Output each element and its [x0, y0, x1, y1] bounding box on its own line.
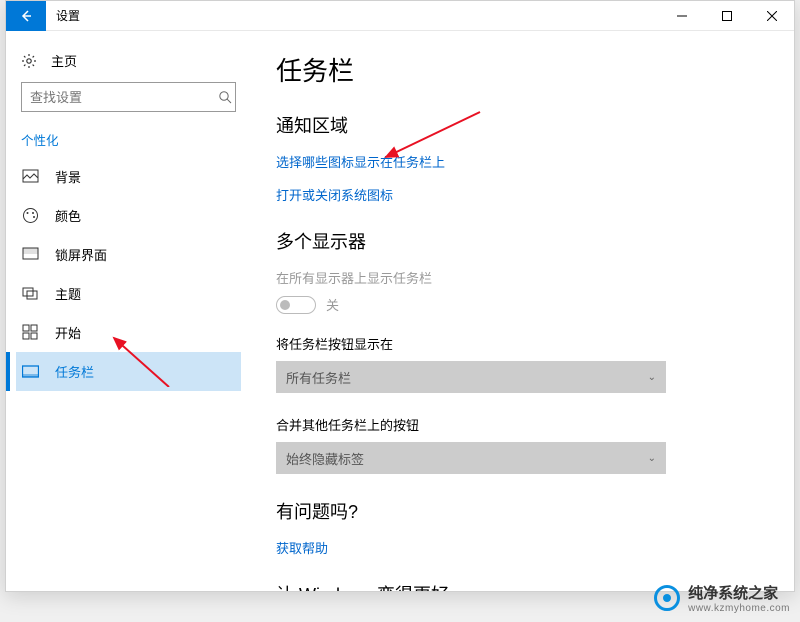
settings-window: 设置 主页	[5, 0, 795, 592]
dropdown-value: 所有任务栏	[286, 368, 351, 387]
window-title: 设置	[56, 7, 80, 24]
back-button[interactable]	[6, 1, 46, 31]
main-panel: 任务栏 通知区域 选择哪些图标显示在任务栏上 打开或关闭系统图标 多个显示器 在…	[251, 31, 794, 591]
toggle-knob	[280, 300, 290, 310]
lockscreen-icon	[21, 246, 39, 264]
sidebar-item-lockscreen[interactable]: 锁屏界面	[16, 235, 241, 274]
arrow-left-icon	[19, 9, 33, 23]
start-icon	[21, 324, 39, 342]
maximize-button[interactable]	[704, 1, 749, 31]
sidebar-item-label: 背景	[55, 167, 81, 186]
sidebar-item-background[interactable]: 背景	[16, 157, 241, 196]
sidebar-item-label: 主题	[55, 284, 81, 303]
search-box[interactable]	[21, 82, 236, 112]
link-get-help[interactable]: 获取帮助	[276, 538, 769, 557]
watermark-url: www.kzmyhome.com	[688, 603, 790, 614]
taskbar-icon	[21, 363, 39, 381]
taskbar-buttons-label: 将任务栏按钮显示在	[276, 334, 769, 353]
section-multiple-displays: 多个显示器	[276, 228, 769, 254]
dropdown-taskbar-buttons[interactable]: 所有任务栏 ⌄	[276, 361, 666, 393]
sidebar: 主页 个性化 背景 颜色	[6, 31, 251, 591]
category-label: 个性化	[16, 130, 241, 157]
chevron-down-icon: ⌄	[648, 453, 656, 464]
toggle-multi-display: 关	[276, 295, 769, 314]
chevron-down-icon: ⌄	[648, 372, 656, 383]
gear-icon	[21, 53, 37, 69]
home-nav[interactable]: 主页	[16, 46, 241, 82]
page-title: 任务栏	[276, 51, 769, 88]
link-system-icons[interactable]: 打开或关闭系统图标	[276, 185, 769, 204]
sidebar-item-start[interactable]: 开始	[16, 313, 241, 352]
watermark-name: 纯净系统之家	[688, 585, 778, 602]
section-help: 有问题吗?	[276, 498, 769, 524]
sidebar-item-label: 颜色	[55, 206, 81, 225]
palette-icon	[21, 207, 39, 225]
window-controls	[659, 1, 794, 31]
search-input[interactable]	[22, 90, 214, 105]
home-label: 主页	[51, 51, 77, 70]
dropdown-value: 始终隐藏标签	[286, 449, 364, 468]
toggle-state-label: 关	[326, 295, 339, 314]
combine-buttons-label: 合并其他任务栏上的按钮	[276, 415, 769, 434]
toggle-switch[interactable]	[276, 296, 316, 314]
close-button[interactable]	[749, 1, 794, 31]
search-icon	[214, 90, 235, 104]
link-select-taskbar-icons[interactable]: 选择哪些图标显示在任务栏上	[276, 152, 769, 171]
minimize-button[interactable]	[659, 1, 704, 31]
sidebar-item-label: 任务栏	[55, 362, 94, 381]
multi-display-desc: 在所有显示器上显示任务栏	[276, 268, 769, 287]
dropdown-combine-buttons[interactable]: 始终隐藏标签 ⌄	[276, 442, 666, 474]
content-area: 主页 个性化 背景 颜色	[6, 31, 794, 591]
minimize-icon	[677, 11, 687, 21]
sidebar-item-taskbar[interactable]: 任务栏	[16, 352, 241, 391]
section-notification-area: 通知区域	[276, 112, 769, 138]
close-icon	[767, 11, 777, 21]
sidebar-item-themes[interactable]: 主题	[16, 274, 241, 313]
themes-icon	[21, 285, 39, 303]
watermark: 纯净系统之家 www.kzmyhome.com	[654, 582, 790, 614]
maximize-icon	[722, 11, 732, 21]
watermark-logo	[654, 585, 680, 611]
sidebar-item-colors[interactable]: 颜色	[16, 196, 241, 235]
sidebar-item-label: 开始	[55, 323, 81, 342]
titlebar: 设置	[6, 1, 794, 31]
sidebar-item-label: 锁屏界面	[55, 245, 107, 264]
picture-icon	[21, 168, 39, 186]
